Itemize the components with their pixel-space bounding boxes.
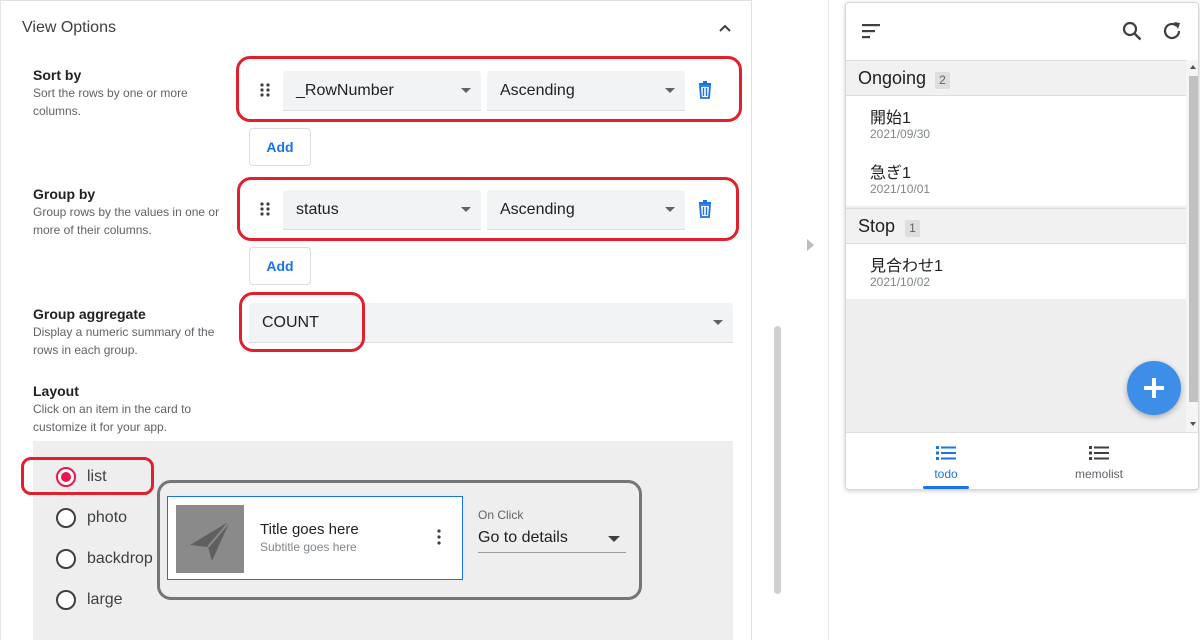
group-header-ongoing[interactable]: Ongoing 2 <box>846 60 1186 96</box>
list-item[interactable]: 急ぎ1 2021/10/01 <box>846 151 1186 206</box>
left-divider <box>0 0 1 640</box>
aggregate-highlight <box>239 292 365 352</box>
layout-option-label: photo <box>87 509 128 526</box>
group-name: Stop <box>858 216 896 236</box>
item-title: 急ぎ1 <box>870 165 911 182</box>
item-date: 2021/09/30 <box>870 127 931 141</box>
group-by-title: Group by <box>33 186 96 202</box>
sort-by-title: Sort by <box>33 67 82 83</box>
item-date: 2021/10/01 <box>870 182 931 196</box>
list-item[interactable]: 見合わせ1 2021/10/02 <box>846 244 1186 299</box>
nav-tab-todo[interactable]: todo <box>906 433 986 489</box>
group-aggregate-description: Display a numeric summary of the rows in… <box>33 325 215 357</box>
sort-icon[interactable] <box>862 23 882 39</box>
group-header-stop[interactable]: Stop 1 <box>846 208 1186 244</box>
layout-option-backdrop[interactable]: backdrop <box>56 548 156 570</box>
radio-unselected-icon <box>56 508 76 528</box>
preview-scroll-thumb[interactable] <box>1189 76 1198 402</box>
view-options-panel: View Options Sort by Sort the rows by on… <box>0 0 752 640</box>
group-add-button[interactable]: Add <box>249 247 311 285</box>
nav-label: todo <box>934 467 958 481</box>
group-highlight <box>237 177 739 241</box>
group-aggregate-title: Group aggregate <box>33 306 146 322</box>
sort-by-description: Sort the rows by one or more columns. <box>33 86 188 118</box>
nav-label: memolist <box>1074 467 1123 481</box>
caret-down-icon <box>713 320 723 325</box>
chevron-up-icon[interactable] <box>716 20 734 38</box>
app-preview: Ongoing 2 開始1 2021/09/30 急ぎ1 2021/10/01 … <box>845 2 1199 490</box>
bottom-nav: todo memolist <box>846 432 1198 489</box>
item-title: 見合わせ1 <box>870 258 943 275</box>
group-by-description: Group rows by the values in one or more … <box>33 205 220 237</box>
layout-option-label: backdrop <box>87 550 153 567</box>
refresh-icon[interactable] <box>1161 20 1183 42</box>
plus-icon <box>1144 378 1164 398</box>
sort-highlight <box>236 56 742 122</box>
section-title: View Options <box>22 19 116 36</box>
list-icon <box>1089 446 1109 460</box>
add-fab-button[interactable] <box>1127 361 1181 415</box>
search-icon[interactable] <box>1122 21 1142 41</box>
app-header <box>846 3 1198 60</box>
card-highlight <box>157 480 642 600</box>
top-divider <box>0 0 751 4</box>
layout-option-photo[interactable]: photo <box>56 507 156 529</box>
layout-option-large[interactable]: large <box>56 589 156 611</box>
layout-option-label: large <box>87 591 123 608</box>
radio-unselected-icon <box>56 590 76 610</box>
nav-tab-memolist[interactable]: memolist <box>1059 433 1139 489</box>
group-name: Ongoing <box>858 68 927 88</box>
list-highlight <box>21 457 154 495</box>
item-date: 2021/10/02 <box>870 275 931 289</box>
scroll-up-icon[interactable] <box>1190 65 1196 69</box>
list-icon <box>936 446 956 460</box>
layout-description: Click on an item in the card to customiz… <box>33 402 192 434</box>
list-item[interactable]: 開始1 2021/09/30 <box>846 96 1186 151</box>
editor-scrollbar[interactable] <box>774 326 781 594</box>
radio-unselected-icon <box>56 549 76 569</box>
expand-arrow-icon[interactable] <box>807 239 814 251</box>
layout-title: Layout <box>33 383 79 399</box>
item-title: 開始1 <box>870 110 911 127</box>
scroll-down-icon[interactable] <box>1190 422 1196 426</box>
group-count-badge: 1 <box>905 220 920 237</box>
group-count-badge: 2 <box>935 72 950 89</box>
sort-add-button[interactable]: Add <box>249 128 311 166</box>
active-tab-indicator <box>923 486 969 489</box>
preview-divider <box>828 0 829 640</box>
